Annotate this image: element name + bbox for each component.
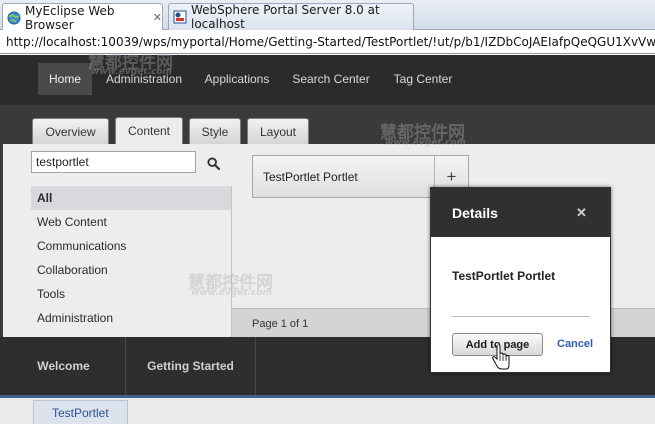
category-item-collaboration[interactable]: Collaboration — [31, 258, 231, 282]
category-item-communications[interactable]: Communications — [31, 234, 231, 258]
tab-content[interactable]: Content — [115, 117, 183, 144]
portlet-card-name: TestPortlet Portlet — [263, 170, 358, 184]
nav-item-administration[interactable]: Administration — [102, 63, 186, 95]
address-url[interactable]: http://localhost:10039/wps/myportal/Home… — [6, 35, 655, 49]
page-tab-welcome[interactable]: Welcome — [2, 337, 126, 395]
tab-overview[interactable]: Overview — [32, 118, 109, 144]
category-item-tools[interactable]: Tools — [31, 282, 231, 306]
cancel-link[interactable]: Cancel — [557, 338, 593, 350]
browser-tab-label: WebSphere Portal Server 8.0 at localhost — [191, 3, 380, 31]
globe-icon — [7, 11, 21, 24]
nav-item-tag-center[interactable]: Tag Center — [386, 63, 460, 95]
hand-cursor-icon — [491, 345, 510, 370]
dialog-title: Details — [452, 205, 498, 221]
subpage-area: TestPortlet — [0, 398, 655, 424]
pager-text: Page 1 of 1 — [252, 318, 309, 330]
category-item-web-content[interactable]: Web Content — [31, 210, 231, 234]
details-dialog: Details ✕ TestPortlet Portlet Add to pag… — [430, 187, 611, 373]
dialog-header: Details ✕ — [431, 188, 610, 237]
category-item-administration[interactable]: Administration — [31, 306, 231, 330]
plus-icon: + — [446, 166, 457, 186]
category-item-all[interactable]: All — [31, 186, 231, 210]
dialog-divider — [452, 316, 590, 317]
nav-item-home[interactable]: Home — [38, 63, 92, 95]
search-input[interactable] — [31, 151, 196, 173]
close-tab-icon[interactable]: ✕ — [153, 11, 162, 24]
nav-item-search-center[interactable]: Search Center — [286, 63, 376, 95]
browser-tab-websphere[interactable]: WebSphere Portal Server 8.0 at localhost — [168, 3, 414, 31]
browser-tab-strip: MyEclipse Web Browser ✕ WebSphere Portal… — [0, 0, 655, 32]
close-icon[interactable]: ✕ — [576, 205, 587, 221]
websphere-icon — [173, 10, 187, 24]
search-button[interactable] — [200, 151, 226, 175]
dialog-portlet-name: TestPortlet Portlet — [452, 269, 556, 283]
search-icon — [206, 156, 220, 170]
browser-tab-myeclipse[interactable]: MyEclipse Web Browser ✕ — [2, 3, 163, 32]
page-tab-getting-started[interactable]: Getting Started — [126, 337, 256, 395]
address-bar[interactable]: http://localhost:10039/wps/myportal/Home… — [0, 30, 655, 54]
portal-top-nav: Home Administration Applications Search … — [0, 55, 655, 105]
nav-item-applications[interactable]: Applications — [198, 63, 276, 95]
category-list: All Web Content Communications Collabora… — [31, 186, 231, 330]
subpage-tab-testportlet[interactable]: TestPortlet — [33, 400, 128, 424]
tab-style[interactable]: Style — [189, 118, 241, 144]
tab-layout[interactable]: Layout — [247, 118, 309, 144]
browser-tab-label: MyEclipse Web Browser — [25, 3, 115, 32]
